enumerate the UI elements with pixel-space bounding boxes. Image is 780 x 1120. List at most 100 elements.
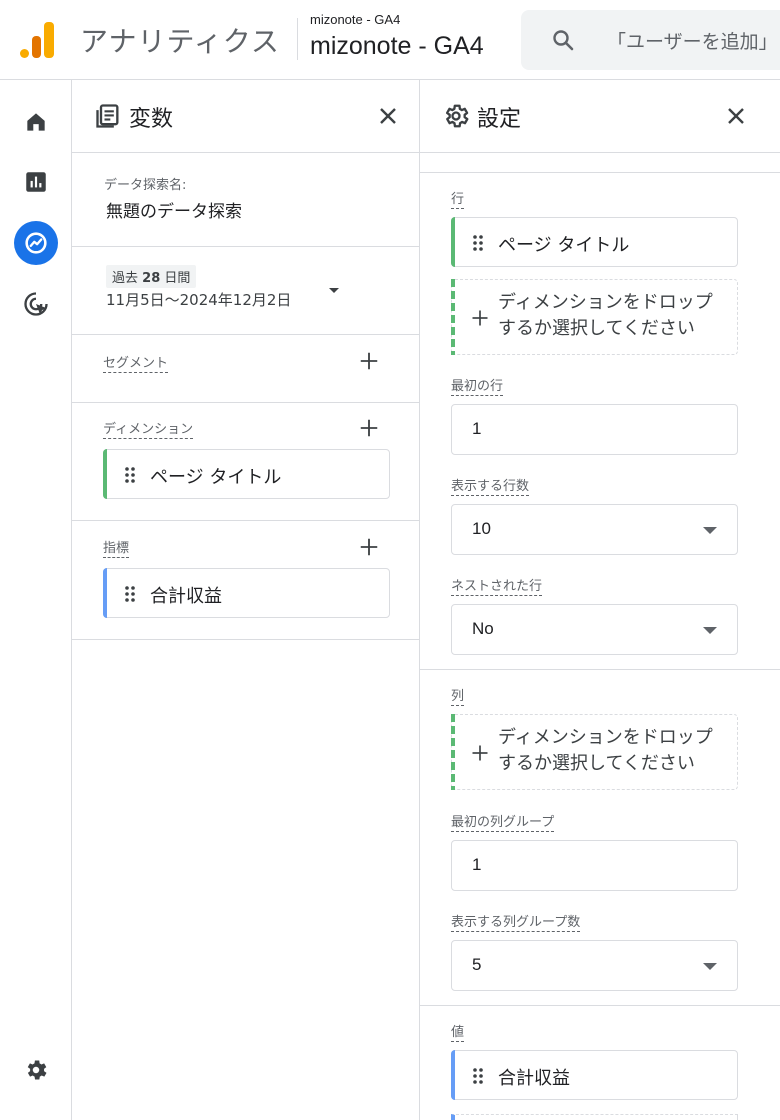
first-row-label-wrap: 最初の行: [451, 375, 504, 396]
first-col-group-label-wrap: 最初の列グループ: [451, 811, 555, 832]
variables-header: 変数: [72, 80, 419, 153]
first-row-value: 1: [472, 419, 482, 438]
explore-icon: [25, 232, 47, 254]
add-dimension-plus-icon[interactable]: [358, 417, 380, 439]
nested-rows-select[interactable]: No: [451, 604, 738, 655]
dimensions-section: ディメンション ページ タイトル: [72, 403, 419, 521]
settings-panel: 設定 行 ページ タイトル ディメンションをドロップ するか選択してください 最…: [420, 80, 780, 1120]
dimensions-label: ディメンション: [103, 418, 194, 439]
drop-line-2: するか選択してください: [498, 318, 695, 339]
property-account-label[interactable]: mizonote - GA4: [310, 12, 400, 27]
date-days: 28: [142, 271, 161, 286]
exploration-name-section: データ探索名: 無題のデータ探索: [72, 153, 419, 247]
show-rows-select[interactable]: 10: [451, 504, 738, 555]
date-range-badge: 過去 28 日間: [106, 265, 197, 288]
drag-handle-icon[interactable]: [124, 585, 136, 603]
metrics-label: 指標: [103, 537, 130, 558]
drop-zone-text: ディメンションをドロップ するか選択してください: [498, 290, 713, 342]
columns-section: 列 ディメンションをドロップ するか選択してください 最初の列グループ 1 表示…: [420, 670, 780, 1006]
date-suffix: 日間: [164, 271, 191, 286]
dropdown-arrow-icon: [329, 288, 339, 293]
values-section: 値 合計収益: [420, 1006, 780, 1120]
variables-icon: [96, 104, 119, 128]
values-chip-label: 合計収益: [498, 1068, 570, 1089]
close-icon[interactable]: [376, 104, 400, 128]
nav-explore[interactable]: [14, 221, 58, 265]
values-metric-chip[interactable]: 合計収益: [451, 1050, 738, 1100]
settings-gear-icon: [445, 104, 469, 128]
drag-handle-icon[interactable]: [472, 234, 484, 252]
drop-line-1: ディメンションをドロップ: [498, 292, 713, 313]
columns-drop-zone[interactable]: ディメンションをドロップ するか選択してください: [451, 714, 738, 790]
search-bar[interactable]: 「ユーザーを追加」: [521, 10, 780, 70]
nav-admin[interactable]: [14, 1048, 58, 1092]
target-cursor-icon: [24, 292, 48, 316]
rows-label: 行: [451, 188, 465, 209]
metrics-label-wrap: 指標: [103, 537, 130, 558]
top-app-bar: アナリティクス mizonote - GA4 mizonote - GA4 「ユ…: [0, 0, 780, 80]
drop-zone-text: ディメンションをドロップ するか選択してください: [498, 725, 713, 777]
values-label-wrap: 値: [451, 1021, 465, 1042]
first-row-label: 最初の行: [451, 375, 504, 396]
date-range-text: 11月5日〜2024年12月2日: [106, 291, 292, 309]
first-col-group-value: 1: [472, 855, 482, 874]
dropdown-arrow-icon: [703, 963, 717, 970]
close-icon[interactable]: [724, 104, 748, 128]
dropdown-arrow-icon: [703, 627, 717, 634]
show-rows-value: 10: [472, 519, 491, 538]
values-label: 値: [451, 1021, 465, 1042]
search-placeholder: 「ユーザーを追加」: [607, 31, 778, 53]
drag-handle-icon[interactable]: [124, 466, 136, 484]
drop-line-1: ディメンションをドロップ: [498, 727, 713, 748]
nav-home[interactable]: [14, 100, 58, 144]
bar-chart-icon: [26, 172, 46, 192]
first-row-input[interactable]: 1: [451, 404, 738, 455]
rows-chip-label: ページ タイトル: [498, 235, 630, 256]
dropdown-arrow-icon: [703, 527, 717, 534]
columns-label: 列: [451, 685, 465, 706]
drop-line-2: するか選択してください: [498, 753, 695, 774]
nav-advertising[interactable]: [14, 282, 58, 326]
show-col-groups-label: 表示する列グループ数: [451, 911, 581, 932]
date-range-section[interactable]: 過去 28 日間 11月5日〜2024年12月2日: [72, 247, 419, 335]
variables-title: 変数: [129, 107, 174, 132]
columns-label-wrap: 列: [451, 685, 465, 706]
values-drop-zone[interactable]: [451, 1114, 738, 1120]
settings-header: 設定: [420, 80, 780, 153]
property-selector[interactable]: mizonote - GA4: [310, 32, 484, 61]
show-col-groups-label-wrap: 表示する列グループ数: [451, 911, 581, 932]
metric-chip[interactable]: 合計収益: [103, 568, 390, 618]
nav-reports[interactable]: [14, 160, 58, 204]
nested-rows-label: ネストされた行: [451, 575, 543, 596]
dimension-chip-label: ページ タイトル: [150, 467, 282, 488]
rows-label-wrap: 行: [451, 188, 465, 209]
first-col-group-input[interactable]: 1: [451, 840, 738, 891]
settings-title: 設定: [477, 107, 522, 132]
metric-chip-label: 合計収益: [150, 586, 222, 607]
exploration-name-input[interactable]: 無題のデータ探索: [106, 197, 242, 222]
left-nav-rail: [0, 80, 72, 1120]
dimension-chip[interactable]: ページ タイトル: [103, 449, 390, 499]
rows-section: 行 ページ タイトル ディメンションをドロップ するか選択してください 最初の行: [420, 173, 780, 670]
rows-dimension-chip[interactable]: ページ タイトル: [451, 217, 738, 267]
app-title: アナリティクス: [80, 25, 280, 58]
drag-handle-icon[interactable]: [472, 1067, 484, 1085]
date-prefix: 過去: [112, 271, 139, 286]
add-segment-plus-icon[interactable]: [358, 350, 380, 372]
home-icon: [27, 113, 45, 131]
segments-label: セグメント: [103, 352, 169, 373]
analytics-logo-icon[interactable]: [20, 22, 56, 58]
rows-drop-zone[interactable]: ディメンションをドロップ するか選択してください: [451, 279, 738, 355]
show-col-groups-select[interactable]: 5: [451, 940, 738, 991]
search-icon: [553, 30, 574, 51]
show-rows-label: 表示する行数: [451, 475, 530, 496]
exploration-name-label: データ探索名:: [104, 178, 187, 193]
metrics-section: 指標 合計収益: [72, 521, 419, 640]
add-metric-plus-icon[interactable]: [358, 536, 380, 558]
first-col-group-label: 最初の列グループ: [451, 811, 555, 832]
segments-label-wrap: セグメント: [103, 352, 169, 373]
show-col-groups-value: 5: [472, 955, 482, 974]
divider: [297, 18, 298, 60]
nested-rows-label-wrap: ネストされた行: [451, 575, 543, 596]
dimensions-label-wrap: ディメンション: [103, 418, 194, 439]
